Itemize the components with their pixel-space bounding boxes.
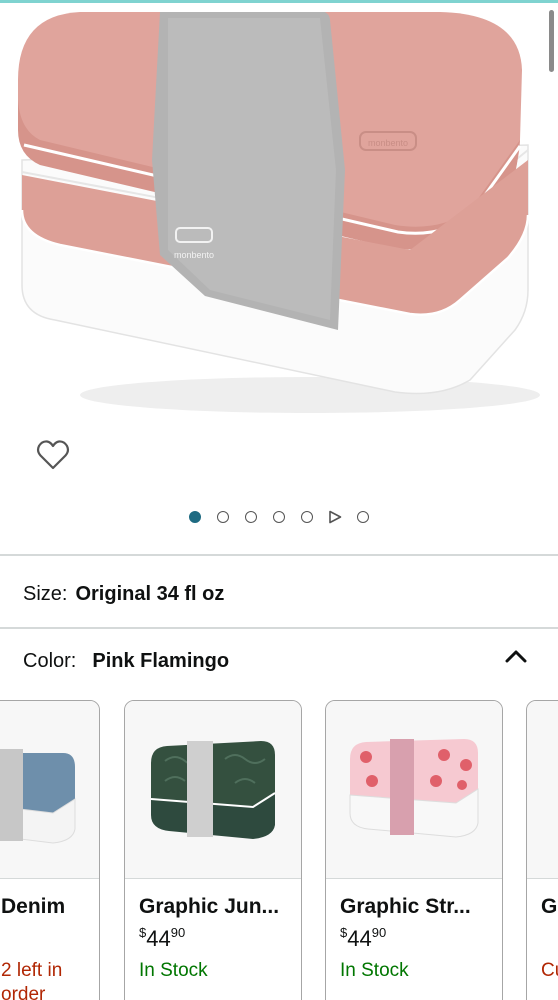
variant-card-graphic-jungle[interactable]: Graphic Jun... $4490 In Stock xyxy=(124,700,302,1000)
carousel-dot[interactable] xyxy=(349,507,377,527)
carousel-video-dot[interactable] xyxy=(321,507,349,527)
variant-card-graphic-strawberry[interactable]: Graphic Str... $4490 In Stock xyxy=(325,700,503,1000)
price-whole: 44 xyxy=(347,926,372,951)
page-scrollbar[interactable] xyxy=(549,10,554,72)
size-value: Original 34 fl oz xyxy=(75,583,225,605)
image-carousel-indicator xyxy=(0,507,558,527)
variant-name: Graphic Str... xyxy=(340,895,471,918)
variant-image xyxy=(527,701,558,879)
play-icon xyxy=(329,510,342,524)
strap-brand-label: monbento xyxy=(174,250,214,260)
size-selector[interactable]: Size: Original 34 fl oz xyxy=(23,583,224,606)
variant-name: Gr xyxy=(541,895,558,918)
variant-card-next[interactable]: Gr Cu xyxy=(526,700,558,1000)
variant-stock: In Stock xyxy=(340,960,409,981)
variant-price: $4490 xyxy=(340,925,386,952)
carousel-dot[interactable] xyxy=(265,507,293,527)
section-divider xyxy=(0,627,558,629)
carousel-dot[interactable] xyxy=(209,507,237,527)
price-fraction: 90 xyxy=(371,925,387,940)
wishlist-button[interactable] xyxy=(34,436,72,474)
variant-card-denim[interactable]: Denim 2 left in order xyxy=(0,700,100,1000)
variant-name: Graphic Jun... xyxy=(139,895,280,918)
variant-stock: 2 left in xyxy=(1,960,63,981)
variant-image xyxy=(0,701,99,879)
variant-price: $4490 xyxy=(139,925,185,952)
color-variant-carousel[interactable]: Denim 2 left in order Graphic Jun... $44… xyxy=(0,700,558,1000)
collapse-color-button[interactable] xyxy=(500,642,532,670)
variant-image xyxy=(125,701,301,879)
heart-outline-icon xyxy=(36,440,70,470)
bento-box-illustration: monbento monbento xyxy=(18,12,540,413)
variant-stock-detail: order xyxy=(1,984,46,1000)
color-label: Color: xyxy=(23,650,77,672)
price-fraction: 90 xyxy=(170,925,186,940)
section-divider xyxy=(0,554,558,556)
variant-image xyxy=(326,701,502,879)
variant-name: Denim xyxy=(1,895,66,918)
carousel-dot[interactable] xyxy=(293,507,321,527)
lid-brand-engraving: monbento xyxy=(368,138,408,148)
variant-stock: Cu xyxy=(541,960,558,981)
price-whole: 44 xyxy=(146,926,171,951)
size-label: Size: xyxy=(23,583,68,605)
chevron-up-icon xyxy=(505,650,527,663)
carousel-dot[interactable] xyxy=(181,507,209,527)
color-selector[interactable]: Color: Pink Flamingo xyxy=(23,650,229,673)
product-image[interactable]: monbento monbento xyxy=(0,0,558,430)
carousel-dot[interactable] xyxy=(237,507,265,527)
variant-stock: In Stock xyxy=(139,960,208,981)
color-value: Pink Flamingo xyxy=(92,650,230,672)
